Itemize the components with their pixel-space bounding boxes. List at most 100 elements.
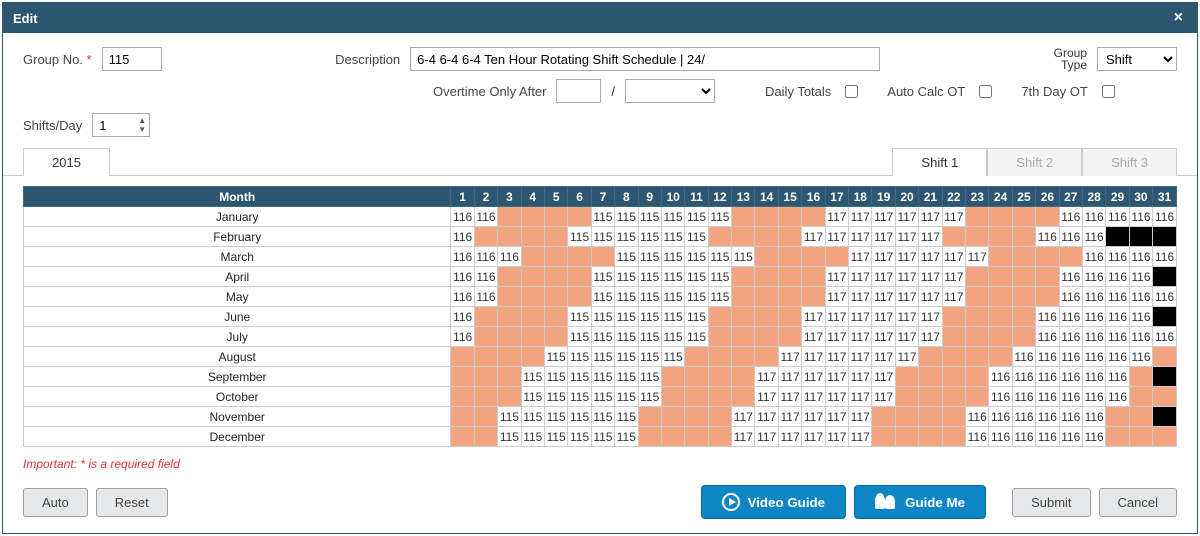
day-cell[interactable]: 117 — [919, 207, 942, 227]
day-cell[interactable]: 117 — [732, 427, 755, 447]
day-cell[interactable] — [895, 367, 918, 387]
day-cell[interactable] — [802, 247, 825, 267]
day-cell[interactable] — [802, 287, 825, 307]
day-cell[interactable] — [591, 247, 614, 267]
day-cell[interactable] — [451, 407, 474, 427]
day-cell[interactable]: 117 — [849, 387, 872, 407]
day-cell[interactable]: 117 — [919, 227, 942, 247]
overtime-num-input[interactable] — [556, 79, 601, 103]
day-cell[interactable]: 115 — [615, 287, 638, 307]
day-cell[interactable] — [966, 207, 989, 227]
day-cell[interactable] — [498, 367, 521, 387]
day-cell[interactable]: 116 — [1082, 407, 1105, 427]
day-cell[interactable]: 116 — [451, 267, 474, 287]
day-cell[interactable] — [989, 347, 1012, 367]
day-cell[interactable]: 116 — [1012, 387, 1035, 407]
day-cell[interactable] — [568, 247, 591, 267]
day-cell[interactable] — [474, 327, 497, 347]
day-cell[interactable]: 115 — [638, 227, 661, 247]
day-cell[interactable]: 117 — [919, 267, 942, 287]
day-cell[interactable]: 116 — [1106, 247, 1129, 267]
day-cell[interactable]: 117 — [825, 307, 848, 327]
reset-button[interactable]: Reset — [96, 488, 168, 517]
day-cell[interactable]: 115 — [615, 207, 638, 227]
day-cell[interactable]: 117 — [895, 247, 918, 267]
day-cell[interactable] — [1153, 387, 1177, 407]
day-cell[interactable] — [498, 287, 521, 307]
day-cell[interactable]: 116 — [1012, 347, 1035, 367]
auto-calc-checkbox[interactable] — [979, 85, 992, 98]
day-cell[interactable] — [755, 347, 778, 367]
day-cell[interactable]: 116 — [1082, 267, 1105, 287]
day-cell[interactable]: 116 — [1106, 327, 1129, 347]
description-input[interactable] — [410, 47, 880, 71]
day-cell[interactable]: 115 — [544, 347, 567, 367]
day-cell[interactable]: 117 — [966, 247, 989, 267]
day-cell[interactable] — [661, 427, 684, 447]
day-cell[interactable]: 116 — [1012, 367, 1035, 387]
day-cell[interactable]: 115 — [568, 387, 591, 407]
day-cell[interactable] — [521, 307, 544, 327]
day-cell[interactable] — [989, 267, 1012, 287]
day-cell[interactable] — [1012, 207, 1035, 227]
day-cell[interactable]: 116 — [1036, 387, 1059, 407]
day-cell[interactable]: 117 — [942, 287, 965, 307]
tab-shift-2[interactable]: Shift 2 — [987, 148, 1082, 176]
day-cell[interactable] — [1129, 407, 1152, 427]
day-cell[interactable] — [521, 347, 544, 367]
day-cell[interactable]: 115 — [661, 207, 684, 227]
day-cell[interactable]: 115 — [708, 207, 731, 227]
day-cell[interactable] — [521, 227, 544, 247]
day-cell[interactable]: 116 — [1153, 287, 1177, 307]
day-cell[interactable] — [708, 367, 731, 387]
day-cell[interactable]: 116 — [1129, 247, 1152, 267]
tab-shift-3[interactable]: Shift 3 — [1082, 148, 1177, 176]
day-cell[interactable]: 116 — [989, 407, 1012, 427]
day-cell[interactable] — [474, 367, 497, 387]
day-cell[interactable] — [638, 427, 661, 447]
day-cell[interactable]: 115 — [544, 427, 567, 447]
day-cell[interactable]: 116 — [1036, 367, 1059, 387]
day-cell[interactable]: 117 — [778, 427, 801, 447]
day-cell[interactable]: 117 — [802, 387, 825, 407]
day-cell[interactable]: 116 — [1059, 347, 1082, 367]
tab-shift-1[interactable]: Shift 1 — [892, 148, 987, 176]
day-cell[interactable]: 115 — [498, 427, 521, 447]
day-cell[interactable]: 116 — [1059, 227, 1082, 247]
day-cell[interactable]: 117 — [872, 387, 895, 407]
day-cell[interactable] — [1106, 407, 1129, 427]
day-cell[interactable]: 117 — [849, 207, 872, 227]
day-cell[interactable]: 117 — [755, 427, 778, 447]
day-cell[interactable]: 115 — [568, 407, 591, 427]
day-cell[interactable]: 116 — [1082, 287, 1105, 307]
day-cell[interactable] — [1129, 227, 1152, 247]
day-cell[interactable]: 116 — [1082, 387, 1105, 407]
day-cell[interactable]: 117 — [919, 287, 942, 307]
day-cell[interactable]: 115 — [591, 387, 614, 407]
day-cell[interactable] — [942, 367, 965, 387]
day-cell[interactable]: 116 — [1059, 267, 1082, 287]
day-cell[interactable] — [474, 227, 497, 247]
day-cell[interactable]: 116 — [1153, 247, 1177, 267]
spin-up-icon[interactable]: ▲ — [135, 116, 149, 125]
day-cell[interactable]: 115 — [591, 347, 614, 367]
day-cell[interactable] — [1012, 287, 1035, 307]
day-cell[interactable]: 116 — [1082, 247, 1105, 267]
day-cell[interactable]: 116 — [1036, 327, 1059, 347]
day-cell[interactable]: 115 — [615, 247, 638, 267]
day-cell[interactable] — [1012, 307, 1035, 327]
day-cell[interactable] — [498, 267, 521, 287]
day-cell[interactable] — [1036, 287, 1059, 307]
day-cell[interactable] — [474, 407, 497, 427]
day-cell[interactable] — [989, 207, 1012, 227]
day-cell[interactable] — [685, 347, 708, 367]
day-cell[interactable] — [942, 387, 965, 407]
day-cell[interactable]: 116 — [1129, 347, 1152, 367]
day-cell[interactable] — [755, 207, 778, 227]
day-cell[interactable]: 117 — [872, 307, 895, 327]
day-cell[interactable] — [708, 227, 731, 247]
day-cell[interactable] — [966, 267, 989, 287]
day-cell[interactable] — [755, 327, 778, 347]
day-cell[interactable] — [521, 207, 544, 227]
day-cell[interactable] — [989, 227, 1012, 247]
